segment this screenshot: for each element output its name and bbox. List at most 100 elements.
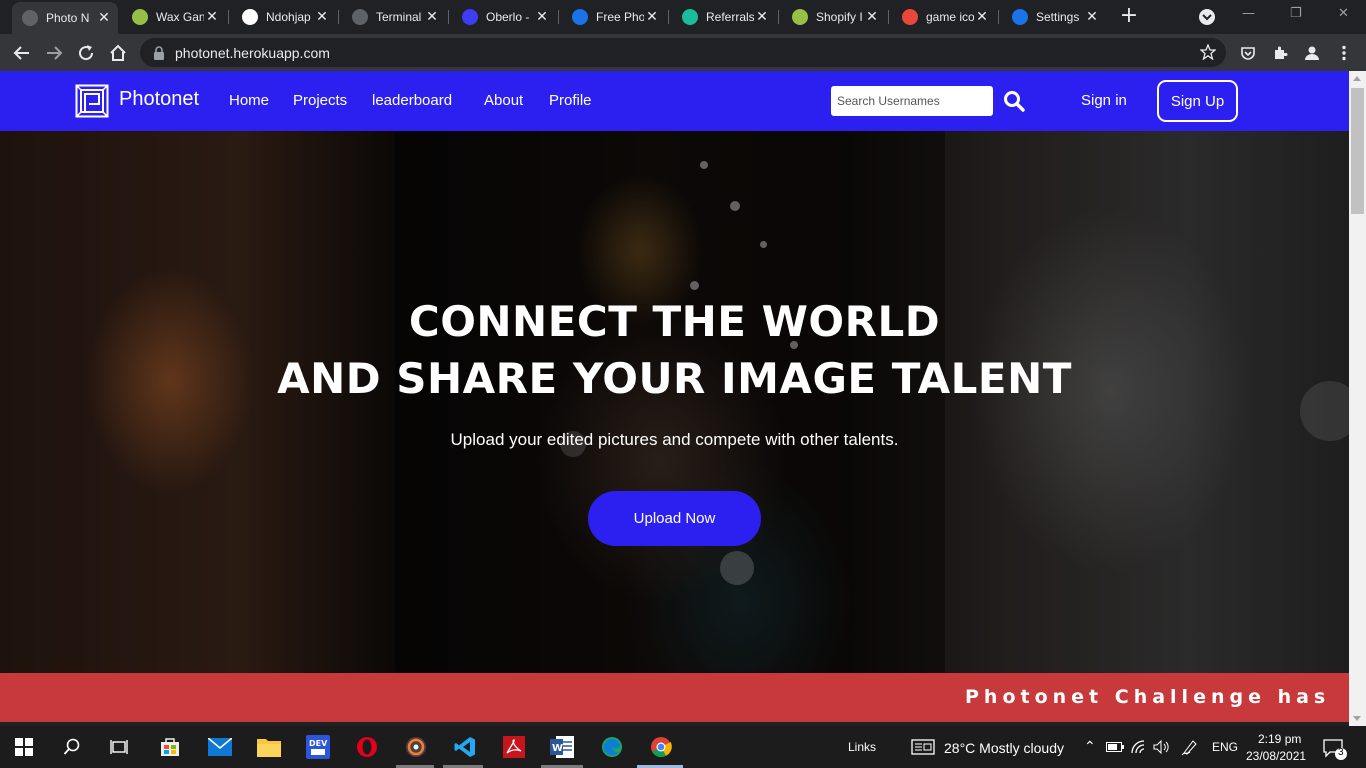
browser-tab-10[interactable]: Settings ✕ (1002, 4, 1106, 30)
browser-tab-2[interactable]: Wax Gan ✕ (122, 4, 226, 30)
nav-leaderboard[interactable]: leaderboard (372, 92, 452, 109)
tab-close-icon[interactable]: ✕ (864, 9, 880, 25)
nav-about[interactable]: About (484, 92, 523, 109)
back-icon[interactable] (10, 41, 34, 65)
tab-title: Settings (1036, 10, 1080, 24)
menu-kebab-icon[interactable] (1332, 41, 1356, 65)
clock-date[interactable]: 23/08/2021 (1246, 749, 1306, 763)
tab-close-icon[interactable]: ✕ (314, 9, 330, 25)
browser-tab-5[interactable]: Oberlo - ✕ (452, 4, 556, 30)
input-language-indicator[interactable]: ENG (1212, 740, 1238, 754)
close-window-icon[interactable]: ✕ (1338, 6, 1349, 21)
volume-icon[interactable] (1152, 738, 1172, 756)
address-url: photonet.herokuapp.com (175, 44, 330, 61)
forward-icon[interactable] (42, 41, 66, 65)
dev-to-icon[interactable]: DEV (306, 735, 330, 759)
brand-name[interactable]: Photonet (119, 88, 199, 111)
sign-in-link[interactable]: Sign in (1081, 92, 1127, 109)
browser-tab-4[interactable]: Terminal ✕ (342, 4, 446, 30)
adobe-acrobat-icon[interactable] (502, 735, 526, 759)
tab-separator (448, 10, 449, 24)
hero-headline-line-1: CONNECT THE WORLD (408, 297, 941, 346)
scroll-down-icon[interactable] (1353, 716, 1361, 721)
tab-close-icon[interactable]: ✕ (424, 9, 440, 25)
windows-start-icon[interactable] (12, 735, 36, 759)
wifi-icon[interactable] (1130, 738, 1150, 756)
search-icon[interactable] (1003, 90, 1025, 112)
browser-tab-strip: Photo N ✕ Wax Gan ✕ Ndohjap ✕ Terminal ✕ Oberlo … (0, 0, 1366, 34)
tab-close-icon[interactable]: ✕ (974, 9, 990, 25)
extensions-icon[interactable] (1268, 41, 1292, 65)
browser-tab-3[interactable]: Ndohjap ✕ (232, 4, 336, 30)
browser-tab-8[interactable]: Shopify I ✕ (782, 4, 886, 30)
nav-projects[interactable]: Projects (293, 92, 347, 109)
microsoft-edge-icon[interactable] (600, 735, 624, 759)
show-hidden-icons-icon[interactable]: ⌃ (1084, 738, 1096, 755)
search-taskbar-icon[interactable] (60, 735, 84, 759)
scrollbar-thumb[interactable] (1351, 88, 1364, 214)
clock-time[interactable]: 2:19 pm (1258, 732, 1301, 746)
hero-section: CONNECT THE WORLD AND SHARE YOUR IMAGE T… (0, 131, 1349, 673)
tab-search-icon[interactable] (1197, 8, 1217, 26)
nav-profile[interactable]: Profile (549, 92, 592, 109)
upload-now-button[interactable]: Upload Now (588, 491, 761, 546)
photonet-logo-icon[interactable] (75, 84, 109, 118)
weather-widget[interactable]: 28°C Mostly cloudy (944, 740, 1064, 756)
home-icon[interactable] (106, 41, 130, 65)
browser-toolbar: photonet.herokuapp.com (0, 34, 1366, 71)
browser-tab-6[interactable]: Free Pho ✕ (562, 4, 666, 30)
shopify-icon (132, 9, 148, 25)
mail-icon[interactable] (208, 735, 232, 759)
page-viewport: Photonet Home Projects leaderboard About… (0, 71, 1349, 722)
restore-icon[interactable]: ❐ (1290, 6, 1302, 21)
tab-title: Terminal (376, 10, 422, 24)
scroll-up-icon[interactable] (1353, 76, 1361, 81)
github-icon (242, 9, 258, 25)
sign-up-button[interactable]: Sign Up (1157, 80, 1238, 122)
tab-title: Referrals (706, 10, 754, 24)
tab-close-icon[interactable]: ✕ (1084, 9, 1100, 25)
minimize-icon[interactable]: — (1242, 6, 1255, 21)
pen-workspace-icon[interactable] (1180, 738, 1200, 756)
gear-icon (1012, 9, 1028, 25)
taskbar-links-toolbar[interactable]: Links (848, 740, 876, 754)
pocket-icon[interactable] (1236, 41, 1260, 65)
oberlo-icon (462, 9, 478, 25)
microsoft-store-icon[interactable] (158, 735, 182, 759)
opera-icon[interactable] (355, 735, 379, 759)
tab-close-icon[interactable]: ✕ (754, 9, 770, 25)
tab-title: Wax Gan (156, 10, 204, 24)
new-tab-button[interactable]: + (1118, 5, 1140, 28)
nav-home[interactable]: Home (229, 92, 269, 109)
tab-close-icon[interactable]: ✕ (644, 9, 660, 25)
tab-separator (338, 10, 339, 24)
browser-tab-9[interactable]: game ico ✕ (892, 4, 996, 30)
tab-close-icon[interactable]: ✕ (534, 9, 550, 25)
username-search-input[interactable] (831, 86, 993, 116)
reload-icon[interactable] (74, 41, 98, 65)
tab-close-icon[interactable]: ✕ (204, 9, 220, 25)
tab-close-icon[interactable]: ✕ (96, 10, 112, 26)
svg-text:W: W (552, 743, 563, 754)
media-player-icon[interactable] (404, 735, 428, 759)
tab-separator (888, 10, 889, 24)
news-weather-icon[interactable] (911, 738, 935, 756)
browser-tab-1[interactable]: Photo N ✕ (12, 2, 118, 34)
notifications-icon[interactable] (1322, 737, 1348, 761)
file-explorer-icon[interactable] (257, 735, 281, 759)
microsoft-word-icon[interactable]: W (550, 735, 574, 759)
battery-icon[interactable] (1105, 738, 1125, 756)
chrome-icon[interactable] (649, 735, 673, 759)
task-view-icon[interactable] (107, 735, 131, 759)
vscode-icon[interactable] (453, 735, 477, 759)
page-scrollbar[interactable] (1349, 71, 1366, 726)
lock-icon[interactable] (152, 45, 166, 60)
bookmark-star-icon[interactable] (1200, 44, 1216, 60)
browser-tab-7[interactable]: Referrals ✕ (672, 4, 776, 30)
address-bar[interactable]: photonet.herokuapp.com (140, 38, 1226, 67)
profile-icon[interactable] (1300, 41, 1324, 65)
tab-separator (778, 10, 779, 24)
referrals-icon (682, 9, 698, 25)
tab-title: Oberlo - (486, 10, 530, 24)
tab-separator (998, 10, 999, 24)
